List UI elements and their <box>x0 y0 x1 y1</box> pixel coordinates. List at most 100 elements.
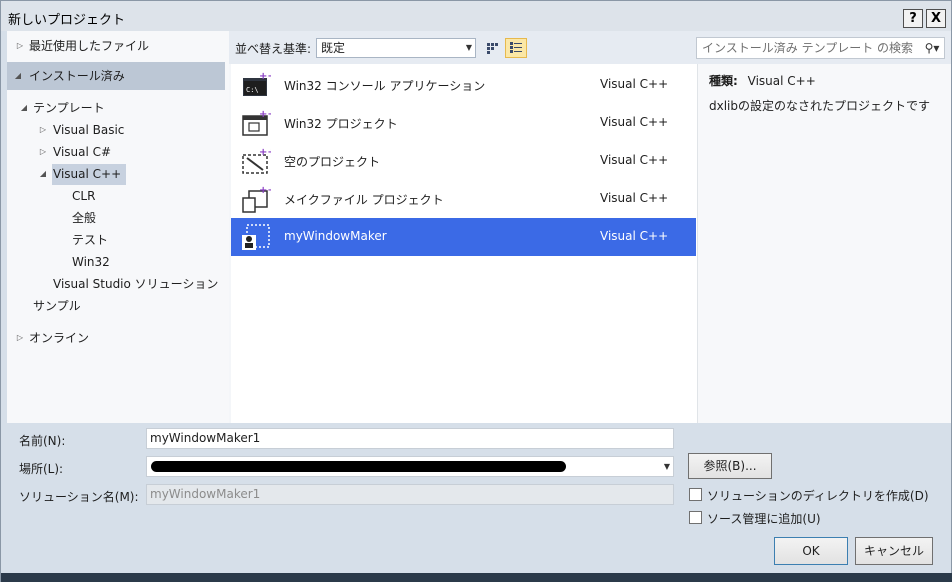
template-type-row: 種類: Visual C++ <box>709 72 816 89</box>
tree-item-win32[interactable]: Win32 <box>7 252 225 272</box>
sort-value: 既定 <box>321 41 346 55</box>
template-search-input[interactable]: インストール済み テンプレート の検索 ⚲▾ <box>696 37 945 59</box>
source-control-checkbox[interactable] <box>689 511 702 524</box>
template-name: myWindowMaker <box>284 229 387 243</box>
expand-triangle-icon[interactable]: ▷ <box>38 120 48 140</box>
tree-item-visual-cpp[interactable]: ◢ Visual C++ <box>7 164 225 184</box>
location-dropdown[interactable]: ▼ <box>146 456 674 477</box>
tree-item-label: Visual C++ <box>53 167 122 181</box>
type-value: Visual C++ <box>747 74 816 88</box>
tree-item-clr[interactable]: CLR <box>7 186 225 206</box>
template-list: C:\ ++ Win32 コンソール アプリケーション Visual C++ +… <box>231 64 697 423</box>
template-name: メイクファイル プロジェクト <box>284 193 444 207</box>
expand-triangle-icon[interactable]: ▷ <box>15 328 25 348</box>
location-label: 場所(L): <box>19 462 64 476</box>
close-button[interactable]: X <box>926 9 946 28</box>
template-item-empty-project[interactable]: ++ 空のプロジェクト Visual C++ <box>231 142 696 180</box>
tree-item-general[interactable]: 全般 <box>7 208 225 228</box>
template-item-mywindowmaker[interactable]: myWindowMaker Visual C++ <box>231 218 696 256</box>
redacted-path <box>151 461 566 472</box>
project-name-input[interactable]: myWindowMaker1 <box>146 428 674 449</box>
svg-text:++: ++ <box>259 147 271 158</box>
template-language: Visual C++ <box>600 115 669 129</box>
taskbar-strip <box>1 573 952 582</box>
tree-item-label: テスト <box>72 233 109 247</box>
tree-item-templates[interactable]: ◢ テンプレート <box>7 98 225 118</box>
solution-name-label: ソリューション名(M): <box>19 490 139 504</box>
tree-item-visual-basic[interactable]: ▷ Visual Basic <box>7 120 225 140</box>
search-placeholder: インストール済み テンプレート の検索 <box>702 41 914 55</box>
tree-item-vs-solution[interactable]: Visual Studio ソリューション <box>7 274 225 294</box>
makefile-project-icon: ++ <box>242 185 271 213</box>
template-item-win32-project[interactable]: ++ Win32 プロジェクト Visual C++ <box>231 104 696 142</box>
collapse-triangle-icon[interactable]: ◢ <box>19 98 29 118</box>
name-label: 名前(N): <box>19 434 66 448</box>
browse-button[interactable]: 参照(B)... <box>688 453 772 479</box>
win32-project-icon: ++ <box>242 109 271 136</box>
template-item-console-app[interactable]: C:\ ++ Win32 コンソール アプリケーション Visual C++ <box>231 66 696 104</box>
grid-view-icon <box>487 43 498 54</box>
console-app-icon: C:\ ++ <box>243 71 271 96</box>
svg-text:++: ++ <box>259 71 271 82</box>
collapse-triangle-icon[interactable]: ◢ <box>13 66 23 86</box>
dialog-title: 新しいプロジェクト <box>8 13 126 28</box>
template-toolbar: 並べ替え基準: 既定 ▼ インストール済み テンプレート の検索 ⚲▾ <box>229 31 951 64</box>
new-project-dialog: 新しいプロジェクト ? X ▷ 最近使用したファイル ◢ インストール済み ◢ … <box>0 0 952 582</box>
search-icon[interactable]: ⚲▾ <box>923 38 941 58</box>
template-description: dxlibの設定のなされたプロジェクトです <box>709 99 931 113</box>
help-button[interactable]: ? <box>903 9 923 28</box>
tree-item-label: 最近使用したファイル <box>29 39 150 53</box>
solution-name-input: myWindowMaker1 <box>146 484 674 505</box>
collapse-triangle-icon[interactable]: ◢ <box>38 164 48 184</box>
tree-item-label: Visual C# <box>53 145 112 159</box>
expand-triangle-icon[interactable]: ▷ <box>38 142 48 162</box>
tree-item-online[interactable]: ▷ オンライン <box>7 328 225 348</box>
tree-item-label: オンライン <box>29 331 90 345</box>
template-language: Visual C++ <box>600 229 669 243</box>
empty-project-icon: ++ <box>242 147 271 174</box>
tree-item-samples[interactable]: サンプル <box>7 296 225 316</box>
template-language: Visual C++ <box>600 153 669 167</box>
cancel-button[interactable]: キャンセル <box>855 537 933 565</box>
tree-item-label: Win32 <box>72 255 110 269</box>
list-view-button[interactable] <box>505 38 527 58</box>
custom-template-icon <box>242 224 270 250</box>
tree-item-label: Visual Studio ソリューション <box>53 277 219 291</box>
template-item-makefile-project[interactable]: ++ メイクファイル プロジェクト Visual C++ <box>231 180 696 218</box>
dropdown-arrow-icon: ▼ <box>465 43 472 52</box>
dropdown-arrow-icon[interactable]: ▼ <box>664 457 670 476</box>
tree-item-visual-csharp[interactable]: ▷ Visual C# <box>7 142 225 162</box>
create-directory-label: ソリューションのディレクトリを作成(D) <box>707 489 929 503</box>
sort-dropdown[interactable]: 既定 ▼ <box>316 38 476 58</box>
list-view-icon <box>510 42 522 53</box>
tree-item-test[interactable]: テスト <box>7 230 225 250</box>
expand-triangle-icon[interactable]: ▷ <box>15 36 25 56</box>
solution-name-value: myWindowMaker1 <box>150 487 261 501</box>
template-name: Win32 コンソール アプリケーション <box>284 79 486 93</box>
tree-item-label: サンプル <box>33 299 81 313</box>
create-directory-checkbox[interactable] <box>689 488 702 501</box>
project-name-value: myWindowMaker1 <box>150 431 261 445</box>
project-settings-form: 名前(N): myWindowMaker1 場所(L): ▼ 参照(B)... … <box>7 423 947 573</box>
svg-text:++: ++ <box>259 109 271 120</box>
title-bar: 新しいプロジェクト ? X <box>1 1 951 31</box>
svg-text:C:\: C:\ <box>246 86 259 94</box>
ok-button[interactable]: OK <box>774 537 848 565</box>
grid-view-button[interactable] <box>481 38 503 58</box>
tree-item-label: CLR <box>72 189 96 203</box>
template-tree: ▷ 最近使用したファイル ◢ インストール済み ◢ テンプレート ▷ Visua… <box>7 31 229 423</box>
sort-label: 並べ替え基準: <box>235 42 312 56</box>
svg-text:++: ++ <box>259 185 271 196</box>
tree-item-recent[interactable]: ▷ 最近使用したファイル <box>7 36 225 56</box>
tree-item-label: テンプレート <box>33 101 105 115</box>
tree-item-label: Visual Basic <box>53 123 125 137</box>
type-label: 種類: <box>709 74 738 88</box>
template-name: 空のプロジェクト <box>284 155 381 169</box>
tree-item-installed[interactable]: ◢ インストール済み <box>7 62 225 90</box>
source-control-label: ソース管理に追加(U) <box>707 512 821 526</box>
template-details-panel: 種類: Visual C++ dxlibの設定のなされたプロジェクトです <box>697 64 951 423</box>
tree-item-label: インストール済み <box>29 69 125 83</box>
template-language: Visual C++ <box>600 77 669 91</box>
template-language: Visual C++ <box>600 191 669 205</box>
template-name: Win32 プロジェクト <box>284 117 398 131</box>
